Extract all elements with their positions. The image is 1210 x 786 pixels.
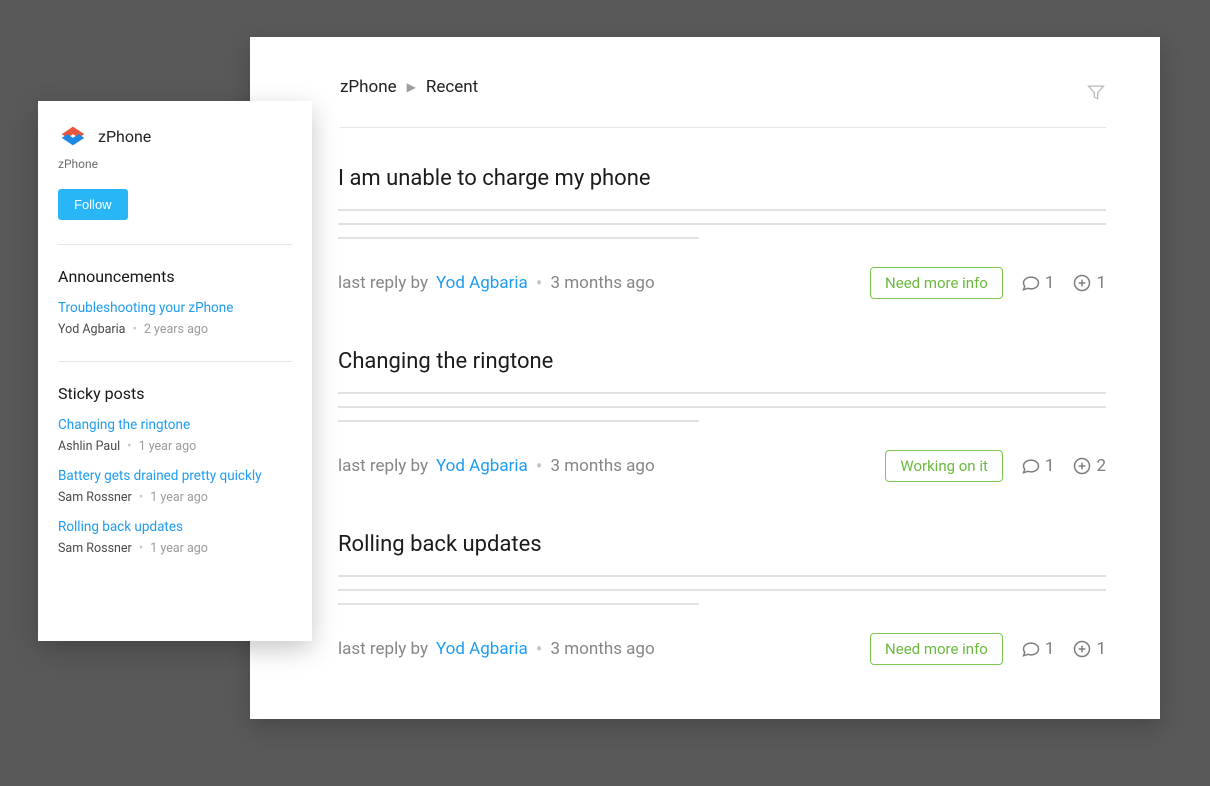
brand-subtitle: zPhone xyxy=(58,157,292,171)
followers-count[interactable]: 1 xyxy=(1072,273,1106,293)
chevron-right-icon: ▶ xyxy=(407,80,416,94)
comment-icon xyxy=(1021,273,1041,293)
reply-prefix: last reply by xyxy=(338,273,428,293)
list-item[interactable]: Troubleshooting your zPhone Yod Agbaria … xyxy=(58,300,292,337)
sidebar-card: zPhone zPhone Follow Announcements Troub… xyxy=(38,101,312,641)
status-badge[interactable]: Working on it xyxy=(885,450,1003,482)
comments-count[interactable]: 1 xyxy=(1021,273,1055,293)
item-link[interactable]: Rolling back updates xyxy=(58,519,292,535)
thread-body: I am unable to charge my phone last repl… xyxy=(338,166,1106,299)
thread-body: Changing the ringtone last reply by Yod … xyxy=(338,349,1106,482)
reply-author[interactable]: Yod Agbaria xyxy=(436,273,528,293)
separator-dot: • xyxy=(536,456,543,476)
followers-count[interactable]: 1 xyxy=(1072,639,1106,659)
announcements-block: Announcements Troubleshooting your zPhon… xyxy=(58,244,292,337)
brand-name: zPhone xyxy=(98,127,151,146)
thread-actions: Need more info 1 1 xyxy=(870,267,1106,299)
thread-title[interactable]: Rolling back updates xyxy=(338,532,1106,557)
reply-prefix: last reply by xyxy=(338,639,428,659)
content-preview xyxy=(338,392,1106,422)
thread-meta: last reply by Yod Agbaria • 3 months ago… xyxy=(338,267,1106,299)
thread-body: Rolling back updates last reply by Yod A… xyxy=(338,532,1106,665)
announcements-heading: Announcements xyxy=(58,267,292,286)
list-item[interactable]: Changing the ringtone Ashlin Paul • 1 ye… xyxy=(58,417,292,454)
followers-count[interactable]: 2 xyxy=(1072,456,1106,476)
breadcrumb-root[interactable]: zPhone xyxy=(340,77,397,97)
comment-icon xyxy=(1021,456,1041,476)
reply-time: 3 months ago xyxy=(551,639,655,659)
separator-dot: • xyxy=(536,273,543,293)
plus-circle-icon xyxy=(1072,273,1092,293)
item-link[interactable]: Battery gets drained pretty quickly xyxy=(58,468,292,484)
filter-icon[interactable] xyxy=(1086,82,1106,102)
thread-actions: Need more info 1 1 xyxy=(870,633,1106,665)
plus-circle-icon xyxy=(1072,639,1092,659)
reply-time: 3 months ago xyxy=(551,456,655,476)
item-byline: Sam Rossner • 1 year ago xyxy=(58,541,208,556)
reply-author[interactable]: Yod Agbaria xyxy=(436,456,528,476)
thread-item[interactable]: AP I am unable to charge my phone last r… xyxy=(340,128,1106,311)
comments-count[interactable]: 1 xyxy=(1021,639,1055,659)
plus-circle-icon xyxy=(1072,456,1092,476)
item-byline: Ashlin Paul • 1 year ago xyxy=(58,439,196,454)
list-item[interactable]: Battery gets drained pretty quickly Sam … xyxy=(58,468,292,505)
content-preview xyxy=(338,575,1106,605)
status-badge[interactable]: Need more info xyxy=(870,633,1003,665)
thread-item[interactable]: SR Rolling back updates last reply by Yo… xyxy=(340,494,1106,677)
reply-prefix: last reply by xyxy=(338,456,428,476)
item-byline: Yod Agbaria • 2 years ago xyxy=(58,322,208,337)
reply-time: 3 months ago xyxy=(551,273,655,293)
thread-item[interactable]: AP Changing the ringtone last reply by Y… xyxy=(340,311,1106,494)
separator-dot: • xyxy=(536,639,543,659)
item-byline: Sam Rossner • 1 year ago xyxy=(58,490,208,505)
thread-actions: Working on it 1 2 xyxy=(885,450,1106,482)
brand: zPhone xyxy=(58,121,292,151)
breadcrumb-current[interactable]: Recent xyxy=(426,77,478,97)
comment-icon xyxy=(1021,639,1041,659)
thread-title[interactable]: I am unable to charge my phone xyxy=(338,166,1106,191)
breadcrumb: zPhone ▶ Recent xyxy=(340,77,1106,128)
content-preview xyxy=(338,209,1106,239)
main-panel: zPhone ▶ Recent AP I am unable to charge… xyxy=(250,37,1160,719)
item-link[interactable]: Troubleshooting your zPhone xyxy=(58,300,292,316)
comments-count[interactable]: 1 xyxy=(1021,456,1055,476)
thread-title[interactable]: Changing the ringtone xyxy=(338,349,1106,374)
follow-button[interactable]: Follow xyxy=(58,189,128,220)
status-badge[interactable]: Need more info xyxy=(870,267,1003,299)
reply-author[interactable]: Yod Agbaria xyxy=(436,639,528,659)
logo-icon xyxy=(58,121,88,151)
sticky-posts-block: Sticky posts Changing the ringtone Ashli… xyxy=(58,361,292,556)
thread-meta: last reply by Yod Agbaria • 3 months ago… xyxy=(338,450,1106,482)
sticky-posts-heading: Sticky posts xyxy=(58,384,292,403)
item-link[interactable]: Changing the ringtone xyxy=(58,417,292,433)
list-item[interactable]: Rolling back updates Sam Rossner • 1 yea… xyxy=(58,519,292,556)
thread-meta: last reply by Yod Agbaria • 3 months ago… xyxy=(338,633,1106,665)
